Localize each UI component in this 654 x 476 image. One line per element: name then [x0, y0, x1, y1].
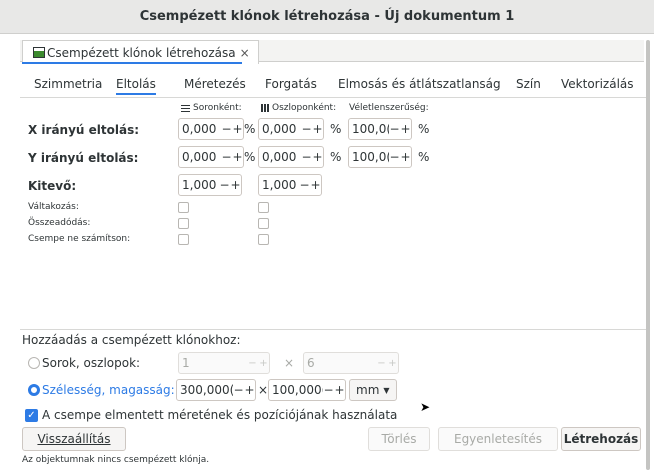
- x-shift-label: X irányú eltolás:: [28, 123, 140, 137]
- tab-color[interactable]: Szín: [516, 77, 541, 91]
- decrement-button[interactable]: −: [376, 358, 387, 369]
- doc-tab-label: Csempézett klónok létrehozása: [47, 45, 236, 60]
- col-per-column-header: Oszloponként:: [261, 103, 336, 113]
- width-height-radio[interactable]: [28, 384, 40, 396]
- rows-icon: [181, 104, 190, 112]
- cumulate-per-row-checkbox[interactable]: [178, 218, 189, 229]
- increment-button[interactable]: +: [312, 150, 323, 164]
- create-button[interactable]: Létrehozás: [561, 427, 641, 451]
- y-shift-random-spin[interactable]: 100,0( − +: [348, 146, 412, 168]
- height-spin[interactable]: 100,000( − +: [268, 379, 346, 401]
- decrement-button[interactable]: −: [301, 150, 312, 164]
- columns-icon: [261, 104, 269, 112]
- rows-columns-label[interactable]: Sorok, oszlopok:: [42, 356, 140, 370]
- unit-dropdown-value: mm: [356, 383, 380, 397]
- exponent-label: Kitevő:: [28, 179, 77, 193]
- alternate-per-column-checkbox[interactable]: [258, 202, 269, 213]
- decrement-button[interactable]: −: [299, 178, 310, 192]
- window-title: Csempézett klónok létrehozása - Új dokum…: [139, 9, 515, 24]
- y-shift-random-unit: %: [418, 150, 430, 164]
- unclump-button[interactable]: Egyenletesítés: [438, 427, 558, 451]
- x-shift-per-row-spin[interactable]: 0,000 − +: [178, 118, 244, 140]
- alternate-label: Váltakozás:: [28, 202, 79, 212]
- use-saved-label[interactable]: A csempe elmentett méretének és pozíciój…: [42, 408, 397, 422]
- col-per-row-header: Soronként:: [181, 103, 242, 113]
- use-saved-checkbox[interactable]: ✓: [25, 409, 38, 422]
- increment-button[interactable]: +: [232, 150, 243, 164]
- tab-symmetry[interactable]: Szimmetria: [34, 77, 102, 91]
- x-shift-per-column-spin[interactable]: 0,000 − +: [258, 118, 324, 140]
- x-shift-random-unit: %: [418, 122, 430, 136]
- remove-button[interactable]: Törlés: [368, 427, 430, 451]
- decrement-button[interactable]: −: [389, 122, 400, 136]
- x-shift-per-row-unit: %: [244, 122, 256, 136]
- x-shift-random-spin[interactable]: 100,0( − +: [348, 118, 412, 140]
- tiling-section-label: Hozzáadás a csempézett klónokhoz:: [22, 333, 241, 347]
- times-sign: ×: [258, 383, 269, 397]
- reset-button[interactable]: Visszaállítás: [22, 427, 126, 451]
- decrement-button[interactable]: −: [247, 358, 258, 369]
- decrement-button[interactable]: −: [323, 383, 334, 397]
- increment-button[interactable]: +: [244, 383, 255, 397]
- alternate-per-row-checkbox[interactable]: [178, 202, 189, 213]
- increment-button[interactable]: +: [387, 358, 398, 369]
- y-shift-per-row-spin[interactable]: 0,000 − +: [178, 146, 244, 168]
- y-shift-per-row-unit: %: [244, 150, 256, 164]
- exclude-tile-per-row-checkbox[interactable]: [178, 234, 189, 245]
- scrollbar[interactable]: [646, 40, 650, 470]
- unit-dropdown[interactable]: mm ▼: [349, 379, 397, 401]
- exponent-per-row-spin[interactable]: 1,000 − +: [178, 174, 242, 196]
- decrement-button[interactable]: −: [389, 150, 400, 164]
- increment-button[interactable]: +: [334, 383, 345, 397]
- decrement-button[interactable]: −: [219, 178, 230, 192]
- dialog-icon: [33, 47, 45, 58]
- tab-blur-opacity[interactable]: Elmosás és átlátszatlanság: [338, 77, 501, 91]
- cumulate-label: Összeadódás:: [28, 218, 91, 228]
- decrement-button[interactable]: −: [233, 383, 244, 397]
- times-sign: ×: [284, 356, 295, 370]
- tab-scale[interactable]: Méretezés: [184, 77, 246, 91]
- status-message: Az objektumnak nincs csempézett klónja.: [22, 455, 210, 465]
- chevron-down-icon: ▼: [383, 385, 390, 395]
- subtab-bar: Szimmetria Eltolás Méretezés Forgatás El…: [20, 70, 646, 98]
- tab-rotation[interactable]: Forgatás: [265, 77, 317, 91]
- col-random-header: Véletlenszerűség:: [349, 103, 429, 113]
- exclude-tile-per-column-checkbox[interactable]: [258, 234, 269, 245]
- y-shift-label: Y irányú eltolás:: [28, 151, 139, 165]
- rows-count-spin[interactable]: 1 − +: [178, 352, 270, 374]
- window-titlebar: Csempézett klónok létrehozása - Új dokum…: [0, 0, 654, 34]
- increment-button[interactable]: +: [230, 178, 241, 192]
- increment-button[interactable]: +: [232, 122, 243, 136]
- close-icon[interactable]: ×: [240, 46, 250, 60]
- x-shift-per-column-unit: %: [330, 122, 342, 136]
- increment-button[interactable]: +: [258, 358, 269, 369]
- exponent-per-column-spin[interactable]: 1,000 − +: [258, 174, 322, 196]
- cumulate-per-column-checkbox[interactable]: [258, 218, 269, 229]
- columns-count-spin[interactable]: 6 − +: [303, 352, 399, 374]
- decrement-button[interactable]: −: [301, 122, 312, 136]
- increment-button[interactable]: +: [310, 178, 321, 192]
- width-height-label[interactable]: Szélesség, magasság:: [42, 383, 175, 397]
- y-shift-per-column-spin[interactable]: 0,000 − +: [258, 146, 324, 168]
- rows-columns-radio[interactable]: [28, 357, 40, 369]
- decrement-button[interactable]: −: [221, 122, 232, 136]
- increment-button[interactable]: +: [400, 150, 411, 164]
- doc-tab[interactable]: Csempézett klónok létrehozása ×: [22, 40, 259, 64]
- tab-trace[interactable]: Vektorizálás: [561, 77, 634, 91]
- increment-button[interactable]: +: [400, 122, 411, 136]
- section-divider: [20, 329, 646, 330]
- tab-shift[interactable]: Eltolás: [116, 77, 156, 95]
- exclude-tile-label: Csempe ne számítson:: [28, 234, 131, 244]
- decrement-button[interactable]: −: [221, 150, 232, 164]
- y-shift-per-column-unit: %: [330, 150, 342, 164]
- width-spin[interactable]: 300,000( − +: [176, 379, 256, 401]
- mouse-pointer-icon: ➤: [420, 400, 431, 414]
- increment-button[interactable]: +: [312, 122, 323, 136]
- doc-tab-indicator: [22, 62, 242, 64]
